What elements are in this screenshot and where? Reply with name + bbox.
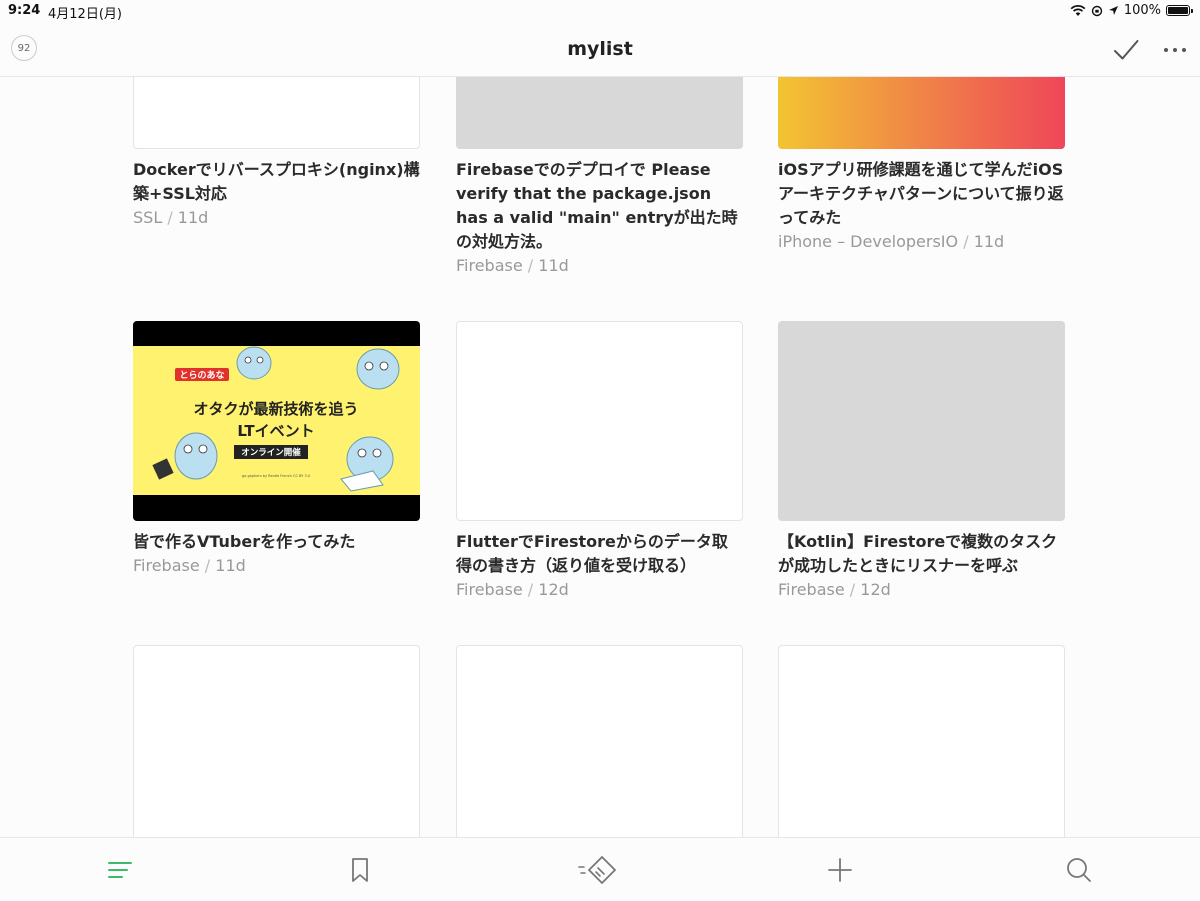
plus-icon[interactable] — [825, 856, 855, 884]
article-age: 12d — [860, 580, 891, 599]
article-age: 11d — [973, 232, 1005, 251]
page-title: mylist — [567, 38, 633, 60]
list-icon[interactable] — [105, 856, 135, 884]
article-thumbnail: とらのあな オタクが最新技術を追う LTイベント オンライン開催 go goph… — [133, 321, 420, 521]
thumbnail-numeral-graphic: 100 — [821, 77, 1021, 95]
article-title: Dockerでリバースプロキシ(nginx)構築+SSL対応 — [133, 160, 420, 203]
article-card[interactable]: 100 iOSアプリ研修課題を通じて学んだiOSアーキテクチャパターンについて振… — [778, 77, 1065, 254]
bookmark-icon[interactable] — [345, 856, 375, 884]
banner-credit: go gophers by Renée French CC BY 3.0 — [242, 474, 310, 478]
article-thumbnail — [133, 77, 420, 149]
article-source: Firebase — [456, 256, 523, 275]
wifi-icon — [1070, 4, 1086, 16]
article-source: iPhone – DevelopersIO — [778, 232, 959, 251]
thumb-numeral: 100 — [821, 77, 1021, 95]
meta-separator: / — [522, 256, 539, 275]
article-age: 11d — [538, 256, 569, 275]
banner-subheadline: LTイベント — [237, 422, 314, 440]
checkmark-icon[interactable] — [1112, 36, 1140, 64]
tab-bar — [0, 837, 1200, 901]
article-card[interactable] — [133, 645, 420, 837]
battery-percent: 100% — [1123, 3, 1161, 18]
more-horizontal-icon[interactable] — [1162, 38, 1188, 62]
meta-separator: / — [844, 580, 861, 599]
article-age: 11d — [215, 556, 246, 575]
status-right: 100% — [1070, 3, 1193, 18]
article-title: iOSアプリ研修課題を通じて学んだiOSアーキテクチャパターンについて振り返って… — [778, 160, 1064, 227]
article-thumbnail — [133, 645, 420, 837]
meta-separator: / — [958, 232, 974, 251]
article-thumbnail — [456, 645, 743, 837]
meta-separator: / — [522, 580, 539, 599]
article-thumbnail — [778, 321, 1065, 521]
discover-tag-icon[interactable] — [578, 856, 618, 884]
article-thumbnail — [778, 645, 1065, 837]
event-banner-image: とらのあな オタクが最新技術を追う LTイベント オンライン開催 go goph… — [133, 346, 420, 495]
article-source: SSL — [133, 208, 163, 227]
status-time: 9:24 — [8, 3, 41, 18]
meta-separator: / — [162, 208, 178, 227]
meta-separator: / — [199, 556, 216, 575]
article-thumbnail: 100 — [778, 77, 1065, 149]
article-title: 皆で作るVTuberを作ってみた — [133, 532, 356, 551]
banner-headline: オタクが最新技術を追う — [193, 400, 358, 418]
article-age: 11d — [177, 208, 209, 227]
banner-logo: とらのあな — [179, 370, 224, 381]
banner-badge: オンライン開催 — [241, 447, 301, 458]
article-card[interactable] — [778, 645, 1065, 837]
article-card[interactable]: FlutterでFirestoreからのデータ取得の書き方（返り値を受け取る） … — [456, 321, 743, 602]
search-icon[interactable] — [1064, 856, 1094, 884]
article-title: FlutterでFirestoreからのデータ取得の書き方（返り値を受け取る） — [456, 532, 728, 575]
article-card[interactable]: Firebaseでのデプロイで Please verify that the p… — [456, 77, 743, 278]
location-icon — [1108, 6, 1118, 15]
article-card[interactable]: Dockerでリバースプロキシ(nginx)構築+SSL対応 SSL / 11d — [133, 77, 420, 230]
article-card[interactable]: 【Kotlin】Firestoreで複数のタスクが成功したときにリスナーを呼ぶ … — [778, 321, 1065, 602]
article-meta: Firebase / 11d — [133, 554, 420, 578]
article-grid: Dockerでリバースプロキシ(nginx)構築+SSL対応 SSL / 11d… — [0, 77, 1200, 837]
battery-icon — [1166, 5, 1193, 16]
article-meta: Firebase / 11d — [456, 254, 743, 278]
status-bar: 9:24 4月12日(月) 100% — [0, 0, 1200, 24]
article-source: Firebase — [456, 580, 523, 599]
article-thumbnail — [456, 321, 743, 521]
article-card[interactable]: とらのあな オタクが最新技術を追う LTイベント オンライン開催 go goph… — [133, 321, 420, 578]
orientation-lock-icon — [1091, 5, 1103, 16]
article-meta: iPhone – DevelopersIO / 11d — [778, 230, 1065, 254]
article-meta: Firebase / 12d — [456, 578, 743, 602]
article-thumbnail — [456, 77, 743, 149]
article-title: 【Kotlin】Firestoreで複数のタスクが成功したときにリスナーを呼ぶ — [778, 532, 1058, 575]
article-meta: Firebase / 12d — [778, 578, 1065, 602]
article-meta: SSL / 11d — [133, 206, 420, 230]
article-source: Firebase — [133, 556, 200, 575]
article-age: 12d — [538, 580, 569, 599]
nav-bar: 92 mylist — [0, 24, 1200, 77]
status-date: 4月12日(月) — [48, 7, 122, 22]
article-card[interactable] — [456, 645, 743, 837]
article-source: Firebase — [778, 580, 845, 599]
article-title: Firebaseでのデプロイで Please verify that the p… — [456, 160, 738, 251]
